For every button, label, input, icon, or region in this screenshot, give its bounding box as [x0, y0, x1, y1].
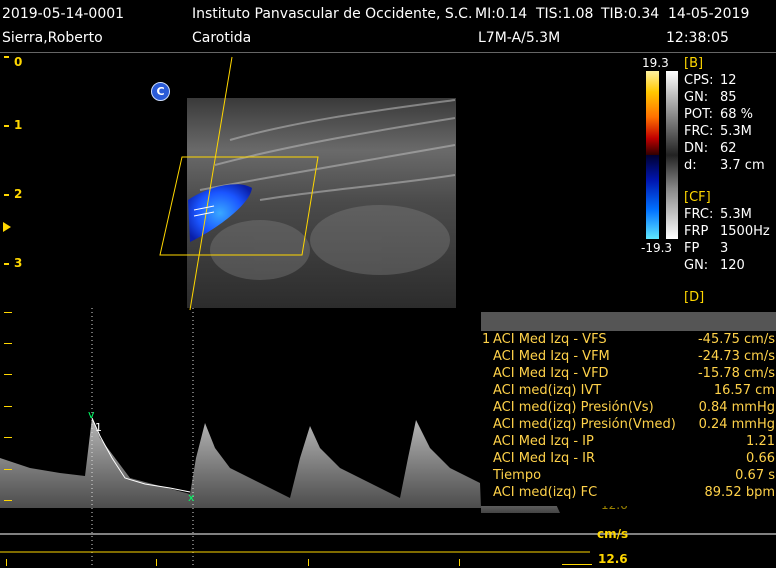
spectral-scale-value: 12.6 [598, 552, 628, 566]
param-d: d: 3.7 cm [684, 158, 765, 173]
param-frc: FRC: 5.3M [684, 124, 752, 139]
measurement-row-fc[interactable]: ACI med(izq) FC 89.52 bpm [481, 485, 776, 502]
measurement-row-ivt[interactable]: ACI med(izq) IVT 16.57 cm [481, 383, 776, 400]
param-dn: DN: 62 [684, 141, 737, 156]
param-pot: POT: 68 % [684, 107, 754, 122]
measurement-panel-header[interactable] [481, 312, 776, 331]
velocity-tick [4, 437, 12, 438]
measurement-panel[interactable]: 1 ACI Med Izq - VFS -45.75 cm/s ACI Med Iz… [481, 312, 776, 506]
param-cf-gn: GN: 120 [684, 258, 745, 273]
measurement-row-pressure-vmed[interactable]: ACI med(izq) Presión(Vmed) 0.24 mmHg [481, 417, 776, 434]
velocity-bar-positive [646, 71, 659, 155]
param-cf-frc: FRC: 5.3M [684, 207, 752, 222]
measurement-row-tiempo[interactable]: Tiempo 0.67 s [481, 468, 776, 485]
time-tick [156, 559, 157, 566]
measurement-row-vfm[interactable]: ACI Med Izq - VFM -24.73 cm/s [481, 349, 776, 366]
measurement-row-vfd[interactable]: ACI Med Izq - VFD -15.78 cm/s [481, 366, 776, 383]
time-tick [308, 559, 309, 566]
velocity-tick [4, 500, 12, 501]
param-gn: GN: 85 [684, 90, 737, 105]
measurement-row-vfs[interactable]: 1 ACI Med Izq - VFS -45.75 cm/s [481, 332, 776, 349]
velocity-tick [4, 374, 12, 375]
param-cps: CPS: 12 [684, 73, 737, 88]
params-d-title: [D] [684, 290, 705, 305]
color-scale-min: -19.3 [641, 241, 673, 255]
measurement-row-ir[interactable]: ACI Med Izq - IR 0.66 [481, 451, 776, 468]
param-cf-fp: FP 3 [684, 241, 729, 256]
cursor-label: 1 [95, 421, 102, 434]
time-tick [459, 559, 460, 566]
svg-text:v: v [88, 408, 95, 421]
color-scale-max: 19.3 [642, 56, 669, 70]
time-axis-line [562, 564, 592, 565]
param-cf-frp: FRP 1500Hz [684, 224, 770, 239]
measurement-row-ip[interactable]: ACI Med Izq - IP 1.21 [481, 434, 776, 451]
velocity-bar-negative [646, 155, 659, 239]
params-cf-title: [CF] [684, 190, 711, 205]
params-b-title: [B] [684, 56, 704, 71]
velocity-tick [4, 469, 12, 470]
velocity-tick [4, 312, 12, 313]
spectral-unit: cm/s [597, 527, 629, 541]
velocity-tick [4, 343, 12, 344]
gray-scale-bar [666, 155, 678, 239]
velocity-tick [4, 406, 12, 407]
color-mode-badge: C [151, 82, 170, 101]
time-tick [6, 559, 7, 566]
svg-text:x: x [188, 491, 195, 504]
measurement-row-pressure-vs[interactable]: ACI med(izq) Presión(Vs) 0.84 mmHg [481, 400, 776, 417]
gray-scale-bar [666, 71, 678, 155]
